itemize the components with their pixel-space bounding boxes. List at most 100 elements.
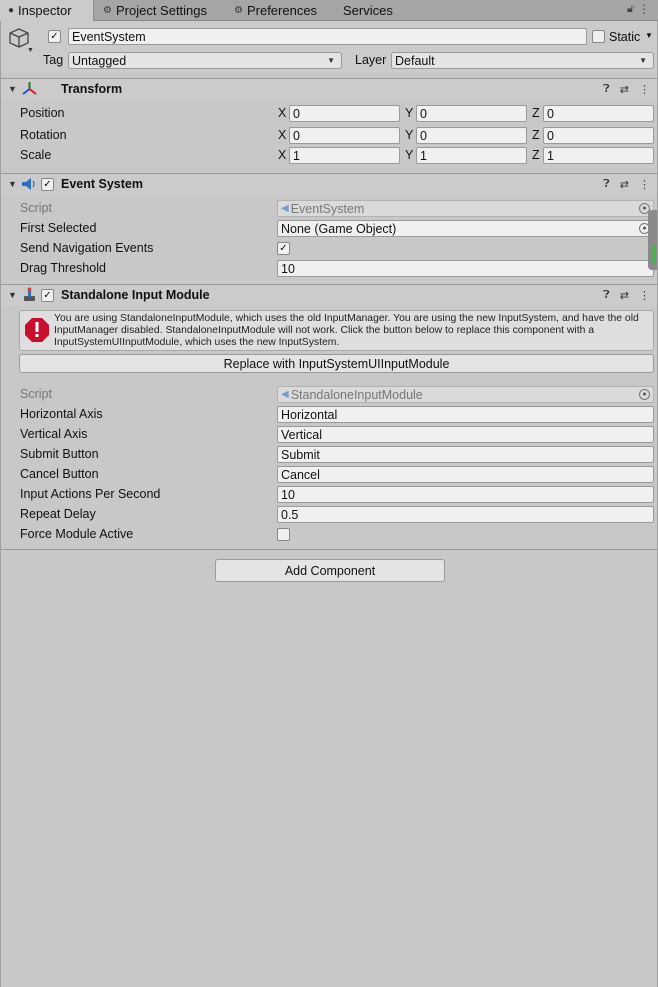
active-checkbox[interactable]: ✓ [48,30,61,43]
static-checkbox[interactable] [592,30,605,43]
position-y-field[interactable]: 0 [416,105,527,122]
help-icon[interactable]: ❓︎ [603,83,610,96]
scale-label: Scale [20,148,52,162]
position-x-value: 0 [293,106,300,121]
standalone-enabled-checkbox[interactable]: ✓ [41,289,54,302]
divider [0,549,658,550]
gear-icon: ⚙ [103,5,112,16]
help-icon[interactable]: ❓︎ [603,289,610,302]
input-actions-per-second-field[interactable]: 10 [277,486,654,503]
rotation-z-field[interactable]: 0 [543,127,654,144]
tab-inspector[interactable]: ● Inspector [0,0,94,21]
gameobject-name-field[interactable]: EventSystem [68,28,587,45]
y-label: Y [405,128,414,142]
first-selected-value: None (Game Object) [281,221,397,236]
force-module-active-label: Force Module Active [20,527,134,541]
presets-icon[interactable]: ⇄ [620,178,629,191]
object-picker-icon[interactable]: ● [639,389,650,400]
drag-threshold-field[interactable]: 10 [277,260,654,277]
rotation-x-field[interactable]: 0 [289,127,400,144]
error-icon [24,317,50,346]
tab-services[interactable]: Services [343,0,403,21]
scale-y-value: 1 [420,148,427,163]
foldout-arrow-icon[interactable]: ▼ [8,84,17,94]
rotation-x-value: 0 [293,128,300,143]
field-value: 0.5 [281,507,299,522]
chevron-down-icon: ▼ [639,56,647,65]
transform-icon [22,81,37,99]
first-selected-field[interactable]: None (Game Object) ● [277,220,654,237]
scale-x-field[interactable]: 1 [289,147,400,164]
y-label: Y [405,148,414,162]
cancel-button-field[interactable]: Cancel [277,466,654,483]
foldout-arrow-icon[interactable]: ▼ [8,290,17,300]
position-z-field[interactable]: 0 [543,105,654,122]
field-value: Submit [281,447,320,462]
tag-value: Untagged [72,53,127,68]
position-z-value: 0 [547,106,554,121]
layer-label: Layer [355,53,387,67]
static-dropdown-icon[interactable]: ▼ [645,31,653,40]
event-system-title: Event System [61,177,143,191]
z-label: Z [532,128,540,142]
more-icon[interactable]: ⋮ [639,289,650,302]
script-icon: ◀︎ [281,389,289,400]
input-actions-per-second-label: Input Actions Per Second [20,487,161,501]
left-border [0,21,1,987]
vertical-axis-field[interactable]: Vertical [277,426,654,443]
y-label: Y [405,106,414,120]
cancel-button-label: Cancel Button [20,467,99,481]
presets-icon[interactable]: ⇄ [620,289,629,302]
replace-with-inputsystem-button[interactable]: Replace with InputSystemUIInputModule [19,354,654,373]
more-menu-icon[interactable]: ⋮ [638,2,650,16]
force-module-active-checkbox[interactable] [277,528,290,541]
vertical-axis-label: Vertical Axis [20,427,88,441]
scrollbar-indicator [651,245,655,263]
script-value: StandaloneInputModule [290,387,423,402]
submit-button-field[interactable]: Submit [277,446,654,463]
replace-button-label: Replace with InputSystemUIInputModule [223,356,450,371]
tab-label: Project Settings [115,3,208,18]
transform-header-icons: ❓︎ ⇄ ⋮ [603,83,650,96]
icon-dropdown-arrow-icon[interactable]: ▼ [27,47,34,54]
event-system-icon [21,177,38,194]
rotation-z-value: 0 [547,128,554,143]
tab-label: Services [343,3,393,18]
event-system-enabled-checkbox[interactable]: ✓ [41,178,54,191]
repeat-delay-field[interactable]: 0.5 [277,506,654,523]
drag-threshold-value: 10 [281,261,295,276]
scale-z-value: 1 [547,148,554,163]
tag-dropdown[interactable]: Untagged ▼ [68,52,342,69]
rotation-label: Rotation [20,128,67,142]
script-value: EventSystem [290,201,365,216]
scale-x-value: 1 [293,148,300,163]
scale-y-field[interactable]: 1 [416,147,527,164]
rotation-y-field[interactable]: 0 [416,127,527,144]
x-label: X [278,148,287,162]
scale-z-field[interactable]: 1 [543,147,654,164]
info-icon: ● [8,5,15,16]
more-icon[interactable]: ⋮ [639,178,650,191]
more-icon[interactable]: ⋮ [639,83,650,96]
position-label: Position [20,106,65,120]
add-component-button[interactable]: Add Component [215,559,445,582]
tab-preferences[interactable]: ⚙ Preferences [234,0,334,21]
layer-dropdown[interactable]: Default ▼ [391,52,654,69]
first-selected-label: First Selected [20,221,97,235]
presets-icon[interactable]: ⇄ [620,83,629,96]
gear-icon: ⚙ [234,5,243,16]
script-icon: ◀︎ [281,203,289,214]
standalone-script-field: ◀︎ StandaloneInputModule ● [277,386,654,403]
foldout-arrow-icon[interactable]: ▼ [8,179,17,189]
lock-icon[interactable]: 🔓︎ [627,3,634,16]
help-icon[interactable]: ❓︎ [603,178,610,191]
horizontal-axis-field[interactable]: Horizontal [277,406,654,423]
send-navigation-events-label: Send Navigation Events [20,241,154,255]
tab-project-settings[interactable]: ⚙ Project Settings [103,0,223,21]
transform-title: Transform [61,82,123,96]
field-value: 10 [281,487,295,502]
event-system-script-field: ◀︎ EventSystem ● [277,200,654,217]
tab-label: Preferences [246,3,318,18]
send-navigation-events-checkbox[interactable]: ✓ [277,242,290,255]
position-x-field[interactable]: 0 [289,105,400,122]
